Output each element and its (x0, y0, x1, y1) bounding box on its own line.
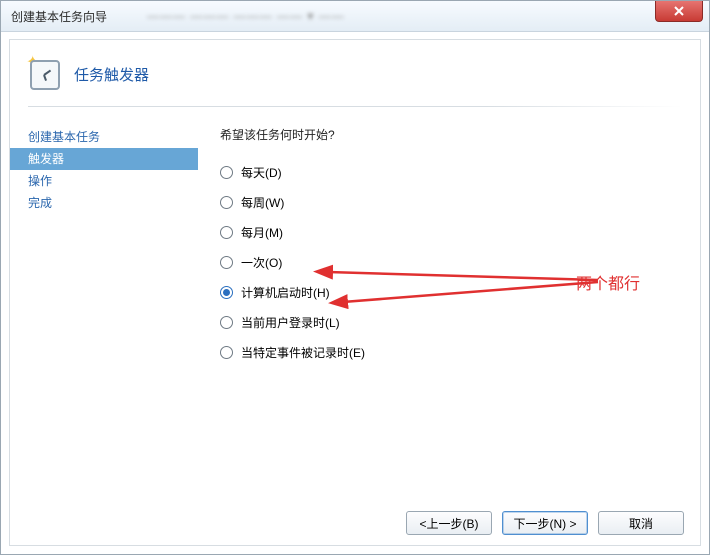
option-computer-start[interactable]: 计算机启动时(H) (220, 277, 700, 307)
radio-computer-start[interactable] (220, 286, 233, 299)
wizard-steps-sidebar: 创建基本任务 触发器 操作 完成 (10, 120, 198, 497)
close-button[interactable] (655, 1, 703, 22)
wizard-header: 任务触发器 (10, 40, 700, 106)
sidebar-item-trigger[interactable]: 触发器 (10, 148, 198, 170)
radio-daily[interactable] (220, 166, 233, 179)
wizard-window: 创建基本任务向导 ——— ——— ——— —— ▾ —— 任务触发器 创建基本任… (0, 0, 710, 555)
page-title: 任务触发器 (74, 64, 149, 85)
radio-user-logon[interactable] (220, 316, 233, 329)
titlebar: 创建基本任务向导 ——— ——— ——— —— ▾ —— (1, 1, 709, 32)
label-daily[interactable]: 每天(D) (241, 164, 282, 181)
label-event-logged[interactable]: 当特定事件被记录时(E) (241, 344, 365, 361)
label-user-logon[interactable]: 当前用户登录时(L) (241, 314, 340, 331)
wizard-main: 希望该任务何时开始? 每天(D) 每周(W) 每月(M) 一次(O) (198, 120, 700, 497)
label-computer-start[interactable]: 计算机启动时(H) (241, 284, 330, 301)
window-title: 创建基本任务向导 (1, 8, 107, 25)
radio-once[interactable] (220, 256, 233, 269)
option-event-logged[interactable]: 当特定事件被记录时(E) (220, 337, 700, 367)
label-weekly[interactable]: 每周(W) (241, 194, 284, 211)
wizard-footer: <上一步(B) 下一步(N) > 取消 (10, 501, 700, 545)
radio-monthly[interactable] (220, 226, 233, 239)
sidebar-item-create-task[interactable]: 创建基本任务 (10, 126, 198, 148)
option-user-logon[interactable]: 当前用户登录时(L) (220, 307, 700, 337)
label-once[interactable]: 一次(O) (241, 254, 282, 271)
option-weekly[interactable]: 每周(W) (220, 187, 700, 217)
radio-weekly[interactable] (220, 196, 233, 209)
background-blur-text: ——— ——— ——— —— ▾ —— (147, 9, 345, 23)
sidebar-item-finish[interactable]: 完成 (10, 192, 198, 214)
option-daily[interactable]: 每天(D) (220, 157, 700, 187)
cancel-button[interactable]: 取消 (598, 511, 684, 535)
wizard-inner: 任务触发器 创建基本任务 触发器 操作 完成 希望该任务何时开始? 每天(D) … (9, 39, 701, 546)
next-button[interactable]: 下一步(N) > (502, 511, 588, 535)
label-monthly[interactable]: 每月(M) (241, 224, 283, 241)
back-button[interactable]: <上一步(B) (406, 511, 492, 535)
wizard-body: 创建基本任务 触发器 操作 完成 希望该任务何时开始? 每天(D) 每周(W) … (10, 120, 700, 497)
trigger-question: 希望该任务何时开始? (220, 126, 700, 143)
option-monthly[interactable]: 每月(M) (220, 217, 700, 247)
header-divider (28, 106, 682, 107)
sidebar-item-action[interactable]: 操作 (10, 170, 198, 192)
task-scheduler-icon (28, 58, 60, 90)
close-icon (674, 6, 684, 16)
option-once[interactable]: 一次(O) (220, 247, 700, 277)
radio-event-logged[interactable] (220, 346, 233, 359)
